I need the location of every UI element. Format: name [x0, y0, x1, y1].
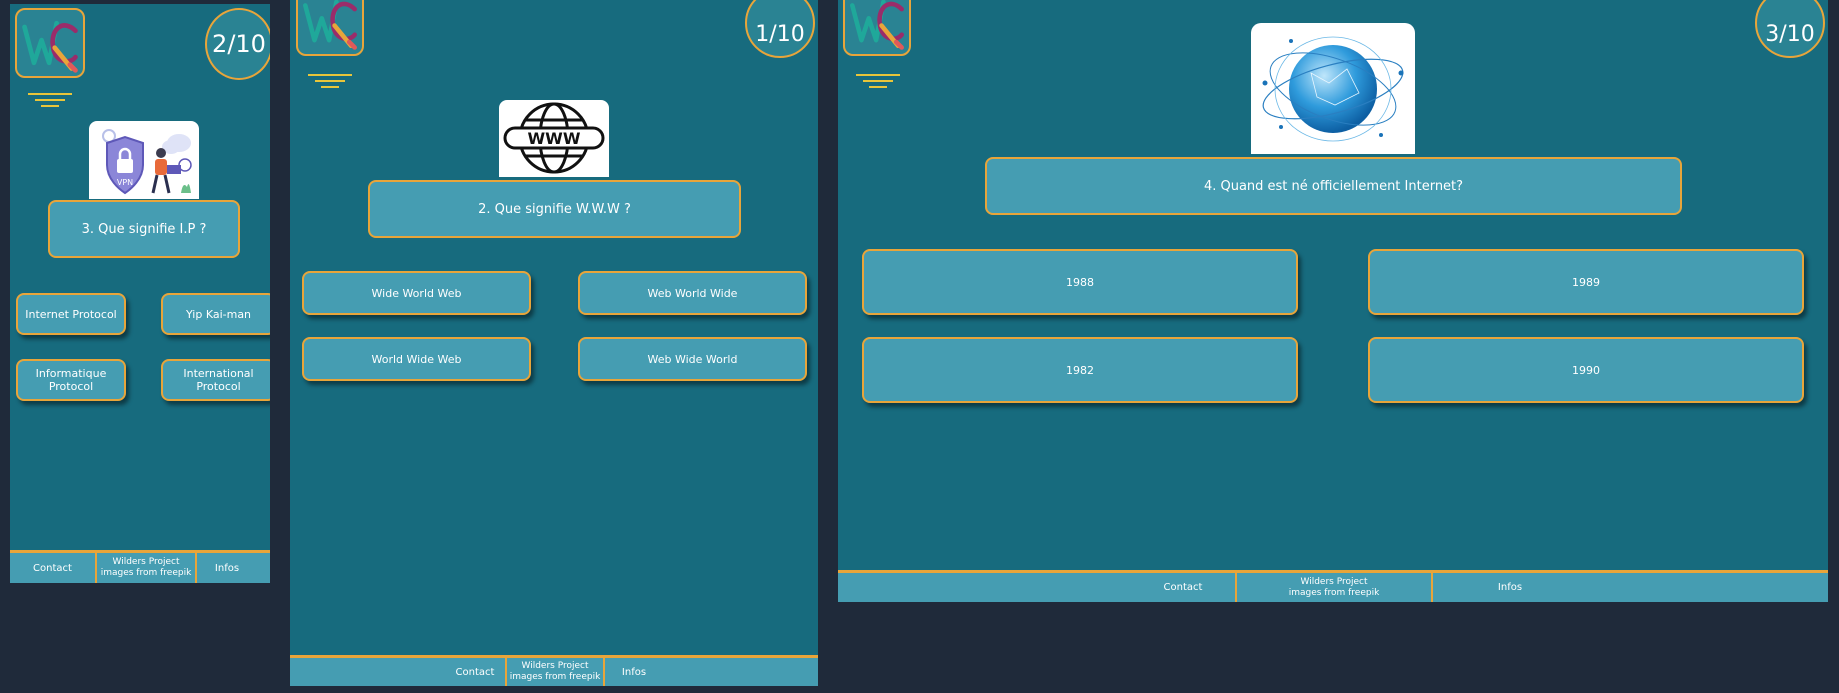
- footer-credits: Wilders Project images from freepik: [97, 553, 195, 583]
- wc-logo-icon[interactable]: [843, 0, 911, 56]
- footer-contact-link[interactable]: Contact: [440, 658, 510, 686]
- www-globe-icon: WWW: [499, 100, 609, 177]
- answer-button-1[interactable]: Internet Protocol: [16, 293, 126, 335]
- footer-project-name: Wilders Project: [521, 661, 589, 671]
- answer-button-4[interactable]: Web Wide World: [578, 337, 807, 381]
- answer-button-3[interactable]: Informatique Protocol: [16, 359, 126, 401]
- question-box: 4. Quand est né officiellement Internet?: [985, 157, 1682, 215]
- footer-credits: Wilders Project images from freepik: [1237, 573, 1431, 602]
- answer-button-2[interactable]: Web World Wide: [578, 271, 807, 315]
- svg-text:VPN: VPN: [117, 178, 133, 187]
- question-box: 2. Que signifie W.W.W ?: [368, 180, 741, 238]
- svg-text:WWW: WWW: [528, 129, 581, 148]
- wc-logo-icon[interactable]: [296, 0, 364, 56]
- answer-button-4[interactable]: 1990: [1368, 337, 1804, 403]
- answer-button-2[interactable]: 1989: [1368, 249, 1804, 315]
- footer: Contact Wilders Project images from free…: [290, 655, 818, 686]
- footer-infos-link[interactable]: Infos: [605, 658, 663, 686]
- question-counter: 1/10: [745, 0, 815, 58]
- answer-button-3[interactable]: 1982: [862, 337, 1298, 403]
- footer-project-name: Wilders Project: [112, 557, 180, 567]
- footer-contact-link[interactable]: Contact: [1128, 573, 1238, 602]
- answer-button-1[interactable]: 1988: [862, 249, 1298, 315]
- menu-lines-icon[interactable]: [308, 74, 352, 92]
- footer-infos-link[interactable]: Infos: [1433, 573, 1587, 602]
- answer-button-3[interactable]: World Wide Web: [302, 337, 531, 381]
- footer-image-credit: images from freepik: [509, 672, 601, 682]
- question-counter: 2/10: [205, 8, 270, 80]
- quiz-panel-www: 1/10 WWW 2. Que signifie W.W.W ? Wide Wo…: [290, 0, 818, 686]
- menu-lines-icon[interactable]: [856, 74, 900, 92]
- menu-lines-icon[interactable]: [28, 93, 72, 111]
- footer: Contact Wilders Project images from free…: [10, 550, 270, 583]
- vpn-illustration: VPN: [89, 121, 199, 199]
- footer-project-name: Wilders Project: [1300, 576, 1368, 587]
- quiz-panel-internet-birth: 3/10 4. Quand est né officiellement Inte…: [838, 0, 1828, 602]
- footer-infos-link[interactable]: Infos: [197, 553, 257, 583]
- answer-button-2[interactable]: Yip Kai-man: [161, 293, 270, 335]
- quiz-panel-ip: 2/10 VPN 3. Que signifie I.P ? Internet …: [10, 4, 270, 583]
- footer: Contact Wilders Project images from free…: [838, 570, 1828, 602]
- footer-image-credit: images from freepik: [100, 568, 192, 578]
- answer-button-4[interactable]: International Protocol: [161, 359, 270, 401]
- footer-credits: Wilders Project images from freepik: [507, 658, 603, 686]
- answer-button-1[interactable]: Wide World Web: [302, 271, 531, 315]
- earth-network-globe: [1251, 23, 1415, 154]
- question-counter: 3/10: [1755, 0, 1825, 58]
- footer-image-credit: images from freepik: [1288, 587, 1380, 598]
- footer-contact-link[interactable]: Contact: [10, 553, 95, 583]
- wc-logo-icon[interactable]: [15, 8, 85, 78]
- question-box: 3. Que signifie I.P ?: [48, 200, 240, 258]
